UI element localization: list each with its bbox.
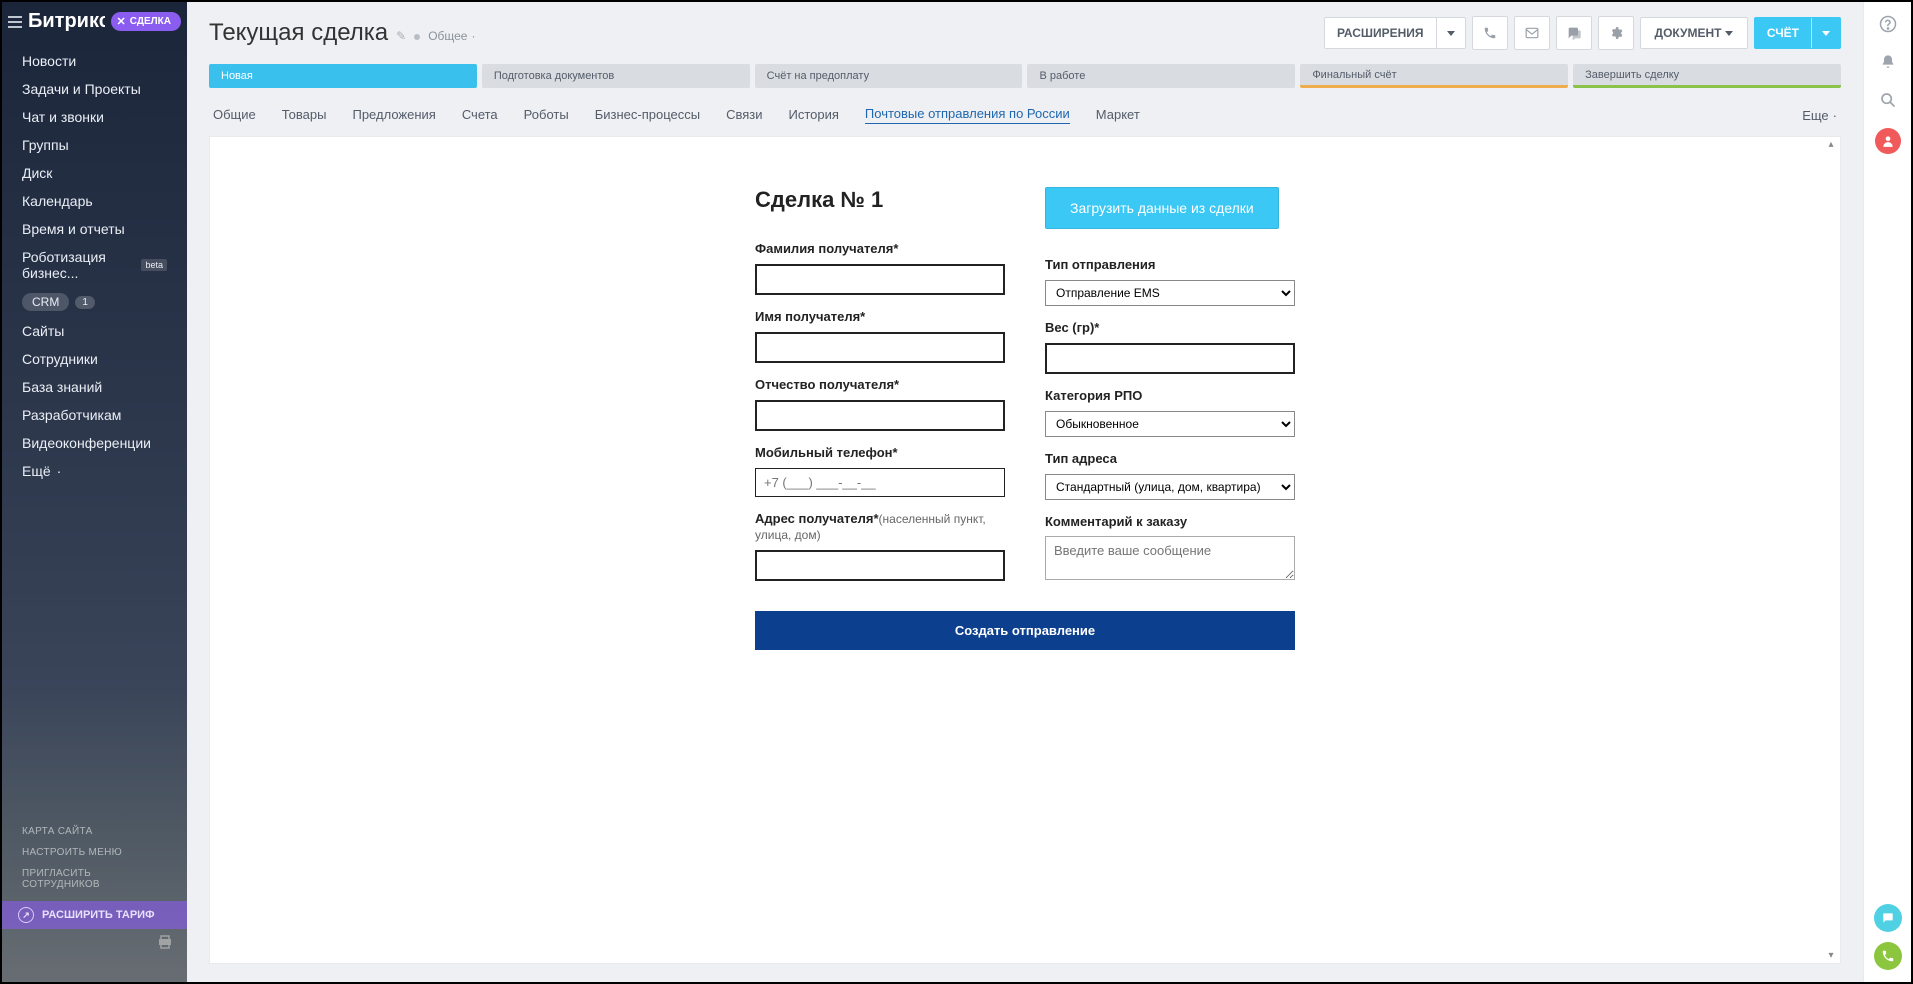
deal-tag[interactable]: ✕ СДЕЛКА: [111, 12, 181, 31]
right-rail: [1863, 2, 1911, 982]
widget-call-icon[interactable]: [1874, 942, 1902, 970]
form-title: Сделка № 1: [755, 187, 1005, 213]
nav-disk[interactable]: Диск: [2, 159, 187, 187]
label-ship-type: Тип отправления: [1045, 257, 1295, 274]
nav-calendar[interactable]: Календарь: [2, 187, 187, 215]
tab-invoices[interactable]: Счета: [462, 107, 498, 124]
mail-button[interactable]: [1514, 16, 1550, 50]
edit-icon[interactable]: ✎: [396, 29, 406, 43]
caret-icon[interactable]: [1437, 18, 1465, 48]
tab-robots[interactable]: Роботы: [524, 107, 569, 124]
tabs-more[interactable]: Еще ·: [1802, 108, 1837, 123]
label-weight: Вес (гр)*: [1045, 320, 1295, 337]
pipeline-stages: Новая Подготовка документов Счёт на пред…: [187, 64, 1863, 94]
nav-chat[interactable]: Чат и звонки: [2, 103, 187, 131]
input-lastname[interactable]: [755, 264, 1005, 295]
search-icon[interactable]: [1878, 90, 1898, 110]
invoice-button[interactable]: СЧЁТ: [1754, 17, 1841, 49]
crm-count-badge: 1: [75, 296, 95, 309]
nav-sitemap[interactable]: КАРТА САЙТА: [2, 821, 187, 842]
scrollbar[interactable]: ▴ ▾: [1824, 139, 1838, 961]
content-panel: ▴ ▾ Сделка № 1 Фамилия получателя* Имя п: [209, 136, 1841, 964]
label-phone: Мобильный телефон*: [755, 445, 1005, 462]
label-address: Адрес получателя*(населенный пункт, улиц…: [755, 511, 1005, 545]
nav-time[interactable]: Время и отчеты: [2, 215, 187, 243]
stage-docs[interactable]: Подготовка документов: [482, 64, 750, 88]
input-firstname[interactable]: [755, 332, 1005, 363]
nav-video[interactable]: Видеоконференции: [2, 429, 187, 457]
tab-offers[interactable]: Предложения: [352, 107, 435, 124]
caret-icon: [1725, 31, 1733, 36]
print-icon[interactable]: [2, 935, 187, 964]
chat-button[interactable]: [1556, 16, 1592, 50]
label-addr-type: Тип адреса: [1045, 451, 1295, 468]
create-shipment-button[interactable]: Создать отправление: [755, 611, 1295, 650]
textarea-comment[interactable]: [1045, 536, 1295, 580]
document-button[interactable]: ДОКУМЕНТ: [1640, 17, 1748, 49]
label-middlename: Отчество получателя*: [755, 377, 1005, 394]
select-ship-type[interactable]: Отправление EMS: [1045, 280, 1295, 306]
dot-separator: [414, 34, 420, 40]
breadcrumb[interactable]: Общее ·: [428, 29, 475, 43]
tab-relations[interactable]: Связи: [726, 107, 762, 124]
topbar: Текущая сделка ✎ Общее · РАСШИРЕНИЯ: [187, 2, 1863, 64]
caret-icon[interactable]: [1812, 18, 1840, 48]
settings-button[interactable]: [1598, 16, 1634, 50]
nav-crm[interactable]: CRM 1: [2, 287, 187, 317]
nav-knowledge[interactable]: База знаний: [2, 373, 187, 401]
tab-market[interactable]: Маркет: [1096, 107, 1140, 124]
close-icon[interactable]: ✕: [117, 15, 126, 28]
input-middlename[interactable]: [755, 400, 1005, 431]
user-avatar[interactable]: [1875, 128, 1901, 154]
bell-icon[interactable]: [1878, 52, 1898, 72]
label-firstname: Имя получателя*: [755, 309, 1005, 326]
label-rpo: Категория РПО: [1045, 388, 1295, 405]
tab-products[interactable]: Товары: [282, 107, 327, 124]
stage-new[interactable]: Новая: [209, 64, 477, 88]
input-phone[interactable]: [755, 468, 1005, 497]
tab-history[interactable]: История: [789, 107, 839, 124]
nav-developers[interactable]: Разработчикам: [2, 401, 187, 429]
extensions-button[interactable]: РАСШИРЕНИЯ: [1324, 17, 1466, 49]
tab-processes[interactable]: Бизнес-процессы: [595, 107, 700, 124]
sidebar: Битрикс 2 ✕ СДЕЛКА Новости Задачи и Прое…: [2, 2, 187, 982]
label-lastname: Фамилия получателя*: [755, 241, 1005, 258]
nav-invite[interactable]: ПРИГЛАСИТЬ СОТРУДНИКОВ: [2, 863, 187, 895]
load-from-deal-button[interactable]: Загрузить данные из сделки: [1045, 187, 1279, 229]
stage-work[interactable]: В работе: [1027, 64, 1295, 88]
phone-button[interactable]: [1472, 16, 1508, 50]
logo: Битрикс 2: [28, 10, 105, 33]
tab-postal[interactable]: Почтовые отправления по России: [865, 106, 1070, 124]
menu-icon[interactable]: [8, 16, 22, 28]
nav-robot[interactable]: Роботизация бизнес... beta: [2, 243, 187, 287]
tab-general[interactable]: Общие: [213, 107, 256, 124]
nav-sites[interactable]: Сайты: [2, 317, 187, 345]
scroll-down-icon[interactable]: ▾: [1824, 950, 1838, 961]
expand-icon: ↗: [18, 907, 34, 923]
scroll-up-icon[interactable]: ▴: [1824, 139, 1838, 150]
select-rpo[interactable]: Обыкновенное: [1045, 411, 1295, 437]
nav-tasks[interactable]: Задачи и Проекты: [2, 75, 187, 103]
stage-final[interactable]: Финальный счёт: [1300, 64, 1568, 88]
page-title: Текущая сделка: [209, 19, 388, 47]
nav-employees[interactable]: Сотрудники: [2, 345, 187, 373]
widget-cyan-icon[interactable]: [1874, 904, 1902, 932]
input-address[interactable]: [755, 550, 1005, 581]
input-weight[interactable]: [1045, 343, 1295, 374]
stage-complete[interactable]: Завершить сделку: [1573, 64, 1841, 88]
tabs: Общие Товары Предложения Счета Роботы Би…: [187, 94, 1863, 136]
label-comment: Комментарий к заказу: [1045, 514, 1295, 531]
beta-badge: beta: [141, 259, 167, 271]
nav-menu-settings[interactable]: НАСТРОИТЬ МЕНЮ: [2, 842, 187, 863]
expand-tariff-button[interactable]: ↗ РАСШИРИТЬ ТАРИФ: [2, 901, 187, 929]
select-addr-type[interactable]: Стандартный (улица, дом, квартира): [1045, 474, 1295, 500]
stage-prepay[interactable]: Счёт на предоплату: [755, 64, 1023, 88]
nav-groups[interactable]: Группы: [2, 131, 187, 159]
help-icon[interactable]: [1878, 14, 1898, 34]
nav-news[interactable]: Новости: [2, 47, 187, 75]
nav-more[interactable]: Ещё ·: [2, 457, 187, 485]
